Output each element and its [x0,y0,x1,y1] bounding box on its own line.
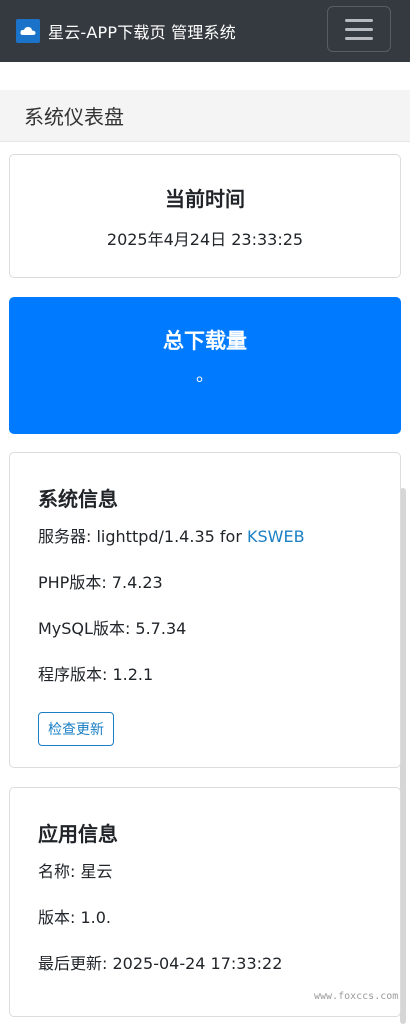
watermark: www.foxccs.com [314,991,399,1002]
total-downloads-card: 总下载量 。 [9,297,401,434]
system-info-card: 系统信息 服务器: lighttpd/1.4.35 for KSWEB PHP版… [9,452,401,768]
current-time-card: 当前时间 2025年4月24日 23:33:25 [9,154,401,278]
total-downloads-title: 总下载量 [163,329,247,353]
navbar-brand[interactable]: 星云-APP下载页 管理系统 [16,19,236,43]
cloud-logo-icon [16,19,40,43]
app-name: 名称: 星云 [38,862,113,881]
server-label: 服务器: lighttpd/1.4.35 for [38,527,247,546]
mysql-version: MySQL版本: 5.7.34 [38,619,187,638]
page-title: 系统仪表盘 [0,90,410,142]
app-info-card: 应用信息 名称: 星云 版本: 1.0. 最后更新: 2025-04-24 17… [9,787,401,1017]
server-info: 服务器: lighttpd/1.4.35 for KSWEB [38,526,372,572]
current-time-value: 2025年4月24日 23:33:25 [106,230,304,249]
total-downloads-value: 。 [196,365,214,386]
app-version: 版本: 1.0. [38,908,112,927]
ksweb-link[interactable]: KSWEB [247,527,305,546]
current-time-title: 当前时间 [165,187,245,211]
php-version: PHP版本: 7.4.23 [38,573,163,592]
top-navbar: 星云-APP下载页 管理系统 [0,0,410,62]
check-update-button[interactable]: 检查更新 [38,712,114,746]
program-version: 程序版本: 1.2.1 [38,665,154,684]
hamburger-menu-icon[interactable] [327,6,391,52]
app-info-title: 应用信息 [38,822,118,846]
system-info-title: 系统信息 [38,487,118,511]
brand-title: 星云-APP下载页 管理系统 [48,23,236,42]
